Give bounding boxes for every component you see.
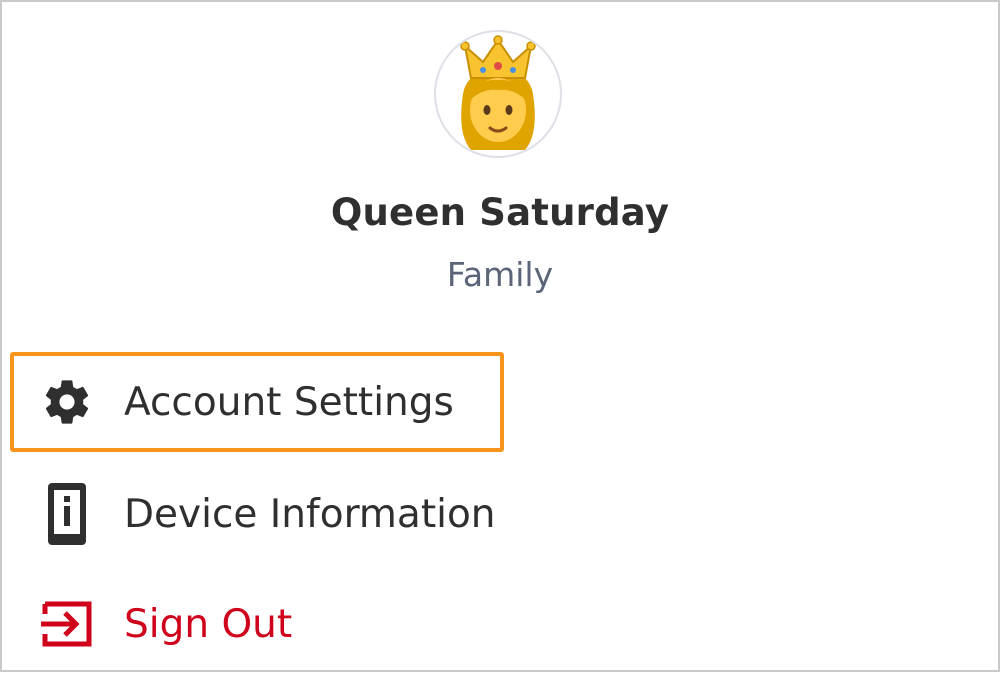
device-info-icon	[40, 481, 94, 547]
sign-out-label: Sign Out	[124, 601, 293, 647]
princess-emoji-icon	[460, 35, 536, 150]
sign-out-icon	[40, 591, 94, 657]
user-role: Family	[446, 255, 554, 294]
profile-menu-panel: Queen Saturday Family Account Settings D…	[0, 0, 1000, 672]
user-name: Queen Saturday	[330, 191, 670, 234]
device-information-menu-item[interactable]: Device Information	[12, 464, 500, 564]
gear-icon	[40, 369, 94, 435]
device-information-label: Device Information	[124, 491, 496, 537]
avatar	[434, 30, 562, 158]
sign-out-menu-item[interactable]: Sign Out	[12, 574, 500, 674]
account-settings-menu-item[interactable]: Account Settings	[10, 352, 504, 452]
account-settings-label: Account Settings	[124, 379, 454, 425]
